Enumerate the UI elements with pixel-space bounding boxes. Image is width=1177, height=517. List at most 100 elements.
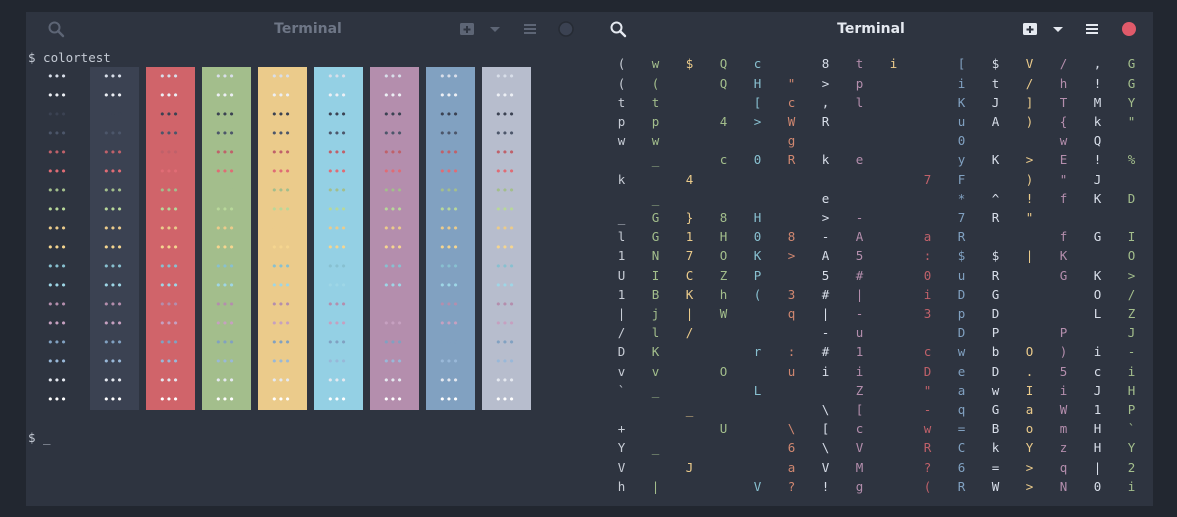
matrix-char: | [1093,459,1102,475]
matrix-char: W [1059,402,1068,417]
new-tab-icon[interactable] [1021,20,1039,38]
new-tab-icon[interactable] [458,20,476,38]
colortest-cell: ••• [215,393,235,406]
colortest-cell: ••• [47,108,67,121]
matrix-char: ( [617,75,626,91]
colortest-cell: ••• [495,336,515,349]
matrix-char: # [821,286,830,302]
matrix-char: Y [617,440,626,456]
matrix-char: > [821,210,830,225]
colortest-cell: ••• [103,203,123,216]
terminal-output[interactable]: $ colortest ••• ••• ••• ••• ••• ••• ••• ••• ••• •… [26,46,590,506]
matrix-char: " [787,75,796,91]
matrix-char: 4 [685,171,694,187]
matrix-char: 7 [923,171,932,187]
matrix-char: 7 [957,210,966,225]
colortest-cell: ••• [439,393,459,406]
titlebar[interactable]: Terminal [26,12,590,46]
matrix-char: i [1127,363,1136,379]
matrix-char: % [1127,152,1136,168]
matrix-char: P [1059,325,1068,341]
matrix-char: 0 [753,152,762,168]
matrix-char: R [923,440,932,456]
window-title: Terminal [837,21,905,37]
colortest-cell: ••• [495,108,515,121]
matrix-char: p [617,114,626,129]
matrix-char: ! [1093,152,1102,168]
matrix-char: Y [1127,94,1136,110]
colortest-cell: ••• [383,89,403,102]
menu-icon[interactable] [521,20,539,38]
matrix-char: K [1059,248,1068,264]
matrix-char: c [923,344,932,360]
matrix-char: ? [787,478,796,494]
matrix-char: c [719,152,728,168]
colortest-cell: ••• [271,393,291,406]
colortest-cell: ••• [439,279,459,292]
matrix-char: Y [1025,440,1034,456]
matrix-char: 7 [685,248,694,264]
matrix-char: q [787,306,796,321]
matrix-char: i [1093,344,1102,360]
matrix-char: w [651,133,660,149]
matrix-char: N [1059,478,1068,494]
colortest-cell: ••• [47,336,67,349]
colortest-cell: ••• [327,393,347,406]
terminal-output[interactable]: ((t p w k _ l 1 U 1 | / Dv ` + Y Vh w(t p w _ _ G G N I Bj l Kv _ _ | $… [589,46,1153,506]
matrix-char: M [855,459,864,475]
matrix-char: _ [617,210,626,225]
terminal-window-left[interactable]: Terminal $ colortest ••• ••• ••• ••• ••• ••• •… [26,12,590,506]
matrix-char: U [719,421,728,437]
titlebar[interactable]: Terminal [589,12,1153,46]
matrix-char: A [991,114,1000,129]
matrix-char: - [821,325,830,341]
colortest-cell: ••• [103,70,123,83]
matrix-char: 1 [855,344,864,360]
matrix-char: v [617,363,626,379]
matrix-char: = [991,459,1000,475]
matrix-char: [ [821,421,830,437]
colortest-cell: ••• [47,317,67,330]
colortest-cell: ••• [103,374,123,387]
menu-icon[interactable] [1083,20,1101,38]
colortest-cell: ••• [47,393,67,406]
colortest-cell: ••• [383,146,403,159]
matrix-char: D [957,325,966,341]
colortest-cell: ••• [327,146,347,159]
colortest-cell: ••• [271,260,291,273]
chevron-down-icon[interactable] [486,20,504,38]
matrix-char: # [855,267,864,283]
matrix-char: 6 [957,459,966,475]
colortest-cell: ••• [439,355,459,368]
colortest-cell: ••• [215,222,235,235]
matrix-char: - [855,306,864,321]
close-icon[interactable] [1120,20,1138,38]
matrix-char: t [855,56,864,72]
matrix-char: $ [991,56,1000,72]
matrix-char: i [821,363,830,379]
colortest-cell: ••• [47,374,67,387]
matrix-char: E [1059,152,1068,168]
chevron-down-icon[interactable] [1049,20,1067,38]
terminal-window-right[interactable]: Terminal ((t p w k _ l 1 U 1 | / Dv ` + Y Vh w(t p w _ _ G G N I… [589,12,1153,506]
colortest-cell: ••• [47,241,67,254]
matrix-char: 5 [821,267,830,283]
colortest-cell: ••• [495,146,515,159]
colortest-cell: ••• [495,241,515,254]
close-icon[interactable] [557,20,575,38]
matrix-char: e [821,190,830,206]
colortest-cell: ••• [383,317,403,330]
colortest-cell: ••• [271,127,291,140]
matrix-char: J [991,94,1000,110]
matrix-char: P [1127,402,1136,417]
colortest-cell: ••• [271,374,291,387]
matrix-char: q [1059,459,1068,475]
matrix-char: H [753,210,762,225]
colortest-cell: ••• [103,279,123,292]
matrix-char: C [957,440,966,456]
colortest-cell: ••• [103,298,123,311]
matrix-char: " [923,382,932,398]
colortest-cell: ••• [215,241,235,254]
colortest-cell: ••• [47,355,67,368]
colortest-cell: ••• [159,355,179,368]
